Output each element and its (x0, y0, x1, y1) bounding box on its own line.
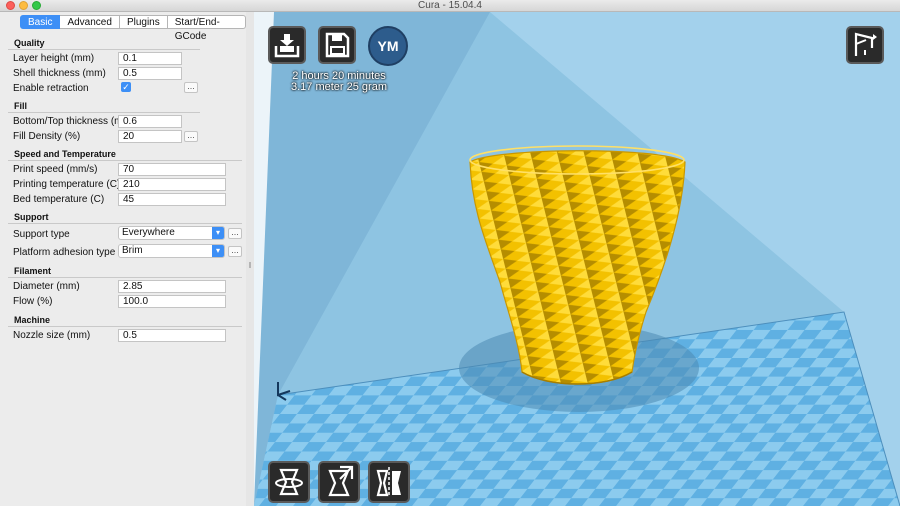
section-title-speed: Speed and Temperature (14, 149, 116, 159)
diameter-label: Diameter (mm) (13, 281, 80, 292)
print-speed-input[interactable]: 70 (118, 163, 226, 176)
fill-density-label: Fill Density (%) (13, 131, 81, 142)
scale-icon (328, 465, 354, 497)
platform-adhesion-select[interactable]: Brim ▾ (118, 244, 225, 258)
load-model-icon (274, 34, 300, 58)
title-bar: Cura - 15.04.4 (0, 0, 900, 12)
bottom-top-thickness-input[interactable]: 0.6 (118, 115, 182, 128)
divider (8, 49, 200, 50)
mirror-icon (376, 467, 401, 497)
retraction-settings-button[interactable]: ... (184, 82, 198, 93)
support-type-value: Everywhere (122, 227, 175, 238)
tab-plugins[interactable]: Plugins (119, 15, 168, 29)
save-gcode-icon (325, 32, 350, 58)
support-settings-button[interactable]: ... (228, 228, 242, 239)
divider (8, 112, 200, 113)
enable-retraction-checkbox[interactable]: ✓ (121, 82, 131, 92)
nozzle-size-input[interactable]: 0.5 (118, 329, 226, 342)
nozzle-size-label: Nozzle size (mm) (13, 330, 91, 341)
chevron-down-icon: ▾ (212, 245, 224, 257)
adhesion-settings-button[interactable]: ... (228, 246, 242, 257)
shell-thickness-input[interactable]: 0.5 (118, 67, 182, 80)
bottom-top-thickness-label: Bottom/Top thickness (mm) (13, 116, 135, 127)
section-title-machine: Machine (14, 315, 51, 325)
support-type-select[interactable]: Everywhere ▾ (118, 226, 225, 240)
printing-temperature-input[interactable]: 210 (118, 178, 226, 191)
section-title-support: Support (14, 212, 49, 222)
divider (8, 160, 242, 161)
scale-button[interactable] (318, 461, 360, 503)
layer-height-label: Layer height (mm) (13, 53, 95, 64)
printing-temperature-label: Printing temperature (C) (13, 179, 121, 190)
settings-panel: Basic Advanced Plugins Start/End-GCode Q… (0, 12, 246, 506)
section-title-filament: Filament (14, 266, 52, 276)
fill-settings-button[interactable]: ... (184, 131, 198, 142)
bed-temperature-input[interactable]: 45 (118, 193, 226, 206)
platform-adhesion-value: Brim (122, 245, 143, 256)
load-model-button[interactable] (268, 26, 306, 64)
tab-start-end-gcode[interactable]: Start/End-GCode (167, 15, 246, 42)
section-title-quality: Quality (14, 38, 45, 48)
flow-input[interactable]: 100.0 (118, 295, 226, 308)
flow-label: Flow (%) (13, 296, 53, 307)
material-usage: 3.17 meter 25 gram (291, 81, 387, 93)
save-gcode-button[interactable] (318, 26, 356, 64)
support-type-label: Support type (13, 229, 70, 240)
platform-adhesion-label: Platform adhesion type (13, 247, 116, 258)
ym-button[interactable]: YM (368, 26, 408, 66)
window-title: Cura - 15.04.4 (418, 0, 482, 11)
mirror-button[interactable] (368, 461, 410, 503)
enable-retraction-label: Enable retraction (13, 83, 89, 94)
print-time-text: 2 hours 20 minutes 3.17 meter 25 gram (279, 71, 399, 93)
tab-advanced[interactable]: Advanced (60, 15, 120, 29)
panel-splitter[interactable] (246, 12, 254, 506)
bed-temperature-label: Bed temperature (C) (13, 194, 105, 205)
tab-basic[interactable]: Basic (20, 15, 61, 29)
rotate-button[interactable] (268, 461, 310, 503)
divider (8, 223, 242, 224)
chevron-down-icon: ▾ (212, 227, 224, 239)
print-speed-label: Print speed (mm/s) (13, 164, 98, 175)
splitter-grip (249, 262, 251, 268)
view-mode-button[interactable] (846, 26, 884, 64)
settings-tabs: Basic Advanced Plugins Start/End-GCode (20, 15, 246, 42)
shell-thickness-label: Shell thickness (mm) (13, 68, 106, 79)
3d-viewport[interactable]: YM 2 hours 20 minutes 3.17 meter 25 gram (254, 12, 900, 506)
layer-height-input[interactable]: 0.1 (118, 52, 182, 65)
divider (8, 277, 242, 278)
diameter-input[interactable]: 2.85 (118, 280, 226, 293)
divider (8, 326, 242, 327)
section-title-fill: Fill (14, 101, 27, 111)
fill-density-input[interactable]: 20 (118, 130, 182, 143)
view-mode-icon (854, 32, 877, 56)
rotate-icon (275, 468, 303, 496)
